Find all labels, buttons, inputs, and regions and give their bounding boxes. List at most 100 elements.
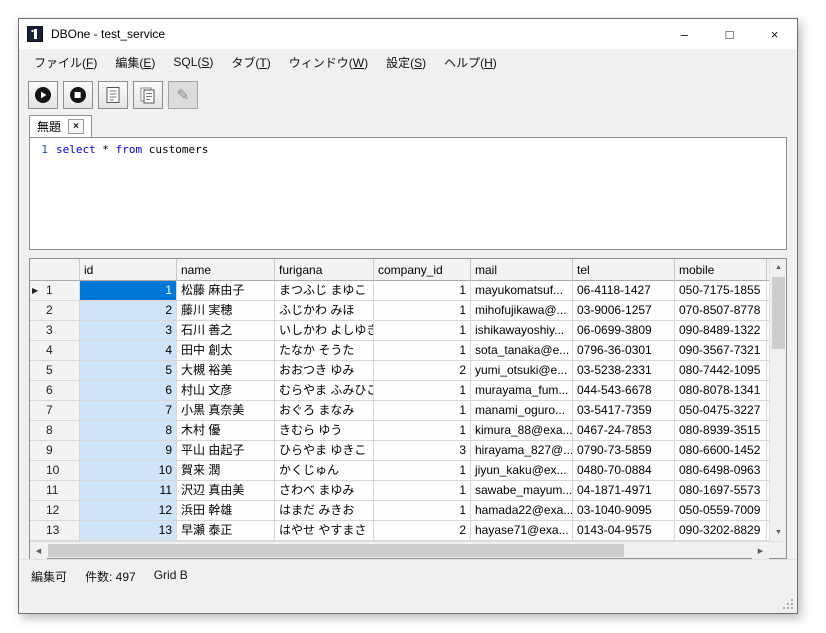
row-selector[interactable]: 5 <box>30 361 80 381</box>
cell-company_id[interactable]: 1 <box>374 421 471 441</box>
duplicate-script-button[interactable] <box>133 81 163 109</box>
column-header-name[interactable]: name <box>177 259 275 281</box>
row-selector[interactable]: 12 <box>30 501 80 521</box>
cell-name[interactable]: 沢辺 真由美 <box>177 481 275 501</box>
cell-furigana[interactable]: かくじゅん <box>275 461 374 481</box>
menu-item-0[interactable]: ファイル(F) <box>25 50 106 75</box>
column-header-tel[interactable]: tel <box>573 259 675 281</box>
vertical-scroll-thumb[interactable] <box>772 277 785 349</box>
cell-mobile[interactable]: 080-1697-5573 <box>675 481 767 501</box>
column-header-company_id[interactable]: company_id <box>374 259 471 281</box>
minimize-button[interactable]: – <box>662 19 707 49</box>
column-header-mobile[interactable]: mobile <box>675 259 767 281</box>
scroll-left-icon[interactable]: ◀ <box>30 542 47 559</box>
cell-mobile[interactable]: 070-8507-8778 <box>675 301 767 321</box>
cell-furigana[interactable]: さわべ まゆみ <box>275 481 374 501</box>
menu-item-4[interactable]: ウィンドウ(W) <box>280 50 377 75</box>
cell-tel[interactable]: 0143-04-9575 <box>573 521 675 541</box>
row-selector[interactable]: 11 <box>30 481 80 501</box>
cell-id[interactable]: 2 <box>80 301 177 321</box>
cell-tel[interactable]: 0467-24-7853 <box>573 421 675 441</box>
new-script-button[interactable] <box>98 81 128 109</box>
cell-mail[interactable]: ishikawayoshiy... <box>471 321 573 341</box>
cell-mail[interactable]: kimura_88@exa... <box>471 421 573 441</box>
cell-id[interactable]: 6 <box>80 381 177 401</box>
cell-mail[interactable]: manami_oguro... <box>471 401 573 421</box>
menu-item-6[interactable]: ヘルプ(H) <box>435 50 506 75</box>
cell-name[interactable]: 賀来 潤 <box>177 461 275 481</box>
cell-mobile[interactable]: 080-6498-0963 <box>675 461 767 481</box>
cell-company_id[interactable]: 1 <box>374 281 471 301</box>
row-selector[interactable]: ▶1 <box>30 281 80 301</box>
select-all-header[interactable] <box>30 259 80 281</box>
cell-company_id[interactable]: 2 <box>374 361 471 381</box>
cell-tel[interactable]: 03-5417-7359 <box>573 401 675 421</box>
cell-id[interactable]: 13 <box>80 521 177 541</box>
cell-mobile[interactable]: 090-8489-1322 <box>675 321 767 341</box>
cell-id[interactable]: 4 <box>80 341 177 361</box>
cell-id[interactable]: 5 <box>80 361 177 381</box>
cell-company_id[interactable]: 1 <box>374 401 471 421</box>
cell-name[interactable]: 早瀬 泰正 <box>177 521 275 541</box>
cell-id[interactable]: 12 <box>80 501 177 521</box>
cell-tel[interactable]: 03-9006-1257 <box>573 301 675 321</box>
cell-id[interactable]: 7 <box>80 401 177 421</box>
cell-mail[interactable]: hamada22@exa... <box>471 501 573 521</box>
cell-mail[interactable]: hayase71@exa... <box>471 521 573 541</box>
cell-name[interactable]: 村山 文彦 <box>177 381 275 401</box>
maximize-button[interactable]: □ <box>707 19 752 49</box>
cell-furigana[interactable]: ふじかわ みほ <box>275 301 374 321</box>
sql-editor[interactable]: 1select * from customers <box>29 137 787 250</box>
column-header-mail[interactable]: mail <box>471 259 573 281</box>
cell-mail[interactable]: yumi_otsuki@e... <box>471 361 573 381</box>
resize-grip[interactable] <box>781 597 794 610</box>
cell-mobile[interactable]: 050-7175-1855 <box>675 281 767 301</box>
cell-furigana[interactable]: いしかわ よしゆき <box>275 321 374 341</box>
stop-button[interactable] <box>63 81 93 109</box>
row-selector[interactable]: 9 <box>30 441 80 461</box>
cell-furigana[interactable]: おおつき ゆみ <box>275 361 374 381</box>
cell-company_id[interactable]: 1 <box>374 341 471 361</box>
cell-name[interactable]: 田中 創太 <box>177 341 275 361</box>
cell-name[interactable]: 大槻 裕美 <box>177 361 275 381</box>
cell-mobile[interactable]: 090-3202-8829 <box>675 521 767 541</box>
cell-id[interactable]: 3 <box>80 321 177 341</box>
cell-name[interactable]: 浜田 幹雄 <box>177 501 275 521</box>
cell-furigana[interactable]: むらやま ふみひこ <box>275 381 374 401</box>
row-selector[interactable]: 13 <box>30 521 80 541</box>
horizontal-scrollbar[interactable]: ◀ ▶ <box>30 542 769 558</box>
cell-furigana[interactable]: はやせ やすまさ <box>275 521 374 541</box>
cell-tel[interactable]: 044-543-6678 <box>573 381 675 401</box>
horizontal-scroll-thumb[interactable] <box>48 544 624 557</box>
cell-furigana[interactable]: ひらやま ゆきこ <box>275 441 374 461</box>
cell-tel[interactable]: 04-1871-4971 <box>573 481 675 501</box>
cell-mobile[interactable]: 080-8939-3515 <box>675 421 767 441</box>
cell-tel[interactable]: 03-5238-2331 <box>573 361 675 381</box>
cell-name[interactable]: 小黒 真奈美 <box>177 401 275 421</box>
row-selector[interactable]: 2 <box>30 301 80 321</box>
cell-name[interactable]: 藤川 実穂 <box>177 301 275 321</box>
cell-tel[interactable]: 0480-70-0884 <box>573 461 675 481</box>
cell-company_id[interactable]: 1 <box>374 501 471 521</box>
cell-id[interactable]: 9 <box>80 441 177 461</box>
cell-furigana[interactable]: たなか そうた <box>275 341 374 361</box>
cell-id[interactable]: 1 <box>80 281 177 301</box>
cell-id[interactable]: 11 <box>80 481 177 501</box>
cell-id[interactable]: 10 <box>80 461 177 481</box>
cell-mobile[interactable]: 080-7442-1095 <box>675 361 767 381</box>
cell-name[interactable]: 平山 由起子 <box>177 441 275 461</box>
cell-furigana[interactable]: まつふじ まゆこ <box>275 281 374 301</box>
row-selector[interactable]: 7 <box>30 401 80 421</box>
scroll-down-icon[interactable]: ▼ <box>770 524 786 541</box>
cell-furigana[interactable]: きむら ゆう <box>275 421 374 441</box>
cell-tel[interactable]: 0790-73-5859 <box>573 441 675 461</box>
menu-item-5[interactable]: 設定(S) <box>377 50 435 75</box>
cell-tel[interactable]: 03-1040-9095 <box>573 501 675 521</box>
cell-furigana[interactable]: おぐろ まなみ <box>275 401 374 421</box>
cell-mail[interactable]: sota_tanaka@e... <box>471 341 573 361</box>
row-selector[interactable]: 6 <box>30 381 80 401</box>
close-button[interactable]: × <box>752 19 797 49</box>
run-button[interactable] <box>28 81 58 109</box>
cell-mail[interactable]: mayukomatsuf... <box>471 281 573 301</box>
column-header-id[interactable]: id <box>80 259 177 281</box>
